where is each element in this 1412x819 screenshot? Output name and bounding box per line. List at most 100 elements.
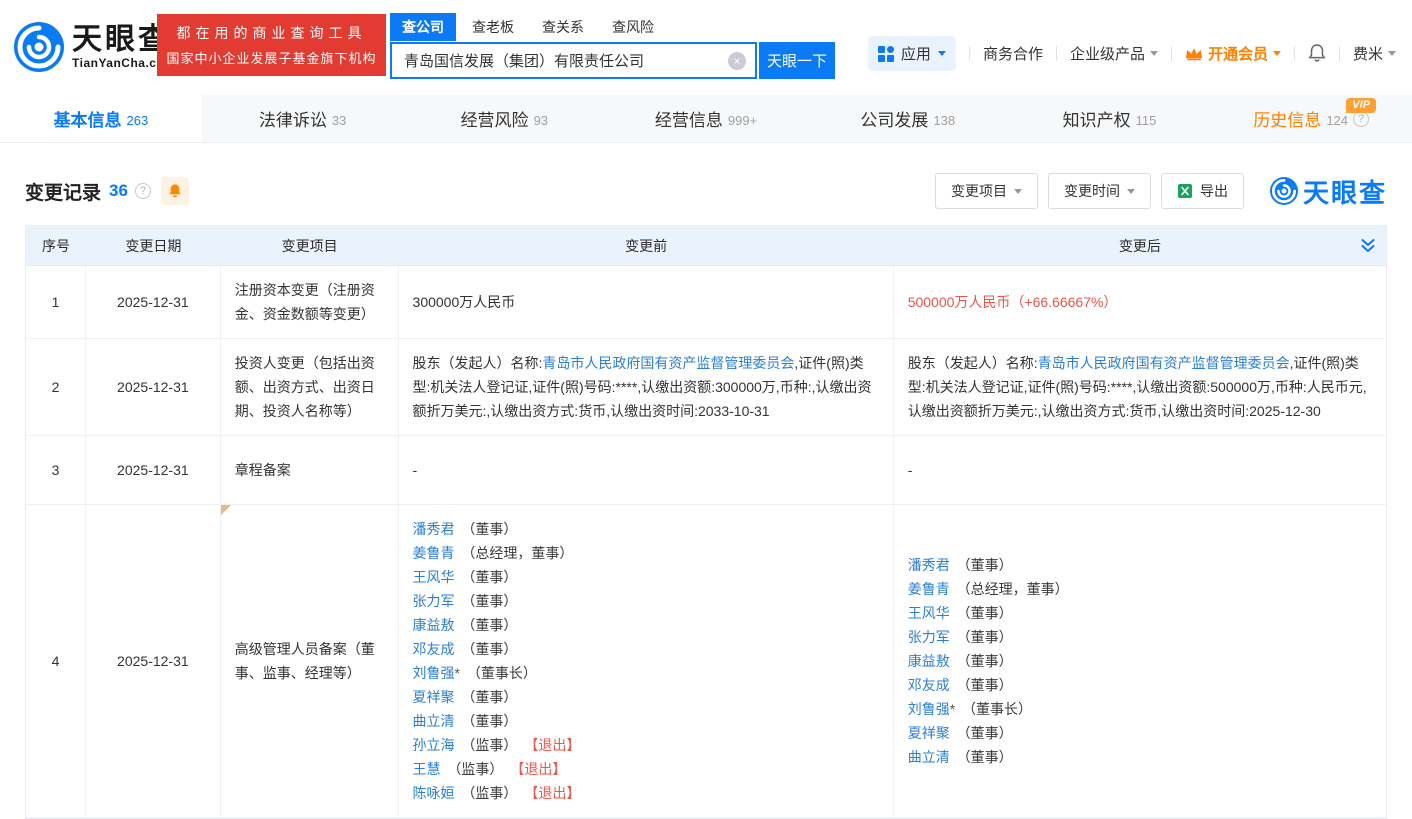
person-role: （董事）: [953, 629, 1013, 645]
person-role: （董事）: [458, 569, 518, 585]
person-role: （总经理，董事）: [953, 581, 1069, 597]
company-link[interactable]: 青岛市人民政府国有资产监督管理委员会: [1038, 355, 1290, 371]
search-button[interactable]: 天眼一下: [759, 42, 835, 79]
table-row: 42025-12-31高级管理人员备案（董事、监事、经理等）潘秀君 （董事）姜鲁…: [26, 505, 1386, 818]
cell-after: 潘秀君 （董事）姜鲁青 （总经理，董事）王风华 （董事）张力军 （董事）康益敖 …: [894, 505, 1386, 818]
enterprise-products-menu[interactable]: 企业级产品: [1070, 43, 1158, 64]
filter-change-item-label: 变更项目: [951, 181, 1007, 201]
person-role: （董事）: [458, 713, 518, 729]
page-tab-3[interactable]: 经营信息999+: [605, 95, 807, 142]
table-row: 32025-12-31章程备案--: [26, 436, 1386, 505]
search-area: 查公司查老板查关系查风险 × 天眼一下: [390, 13, 835, 79]
tianyancha-logo[interactable]: 天眼查 TianYanCha.com: [14, 22, 175, 72]
person-suffix: *: [950, 701, 955, 717]
business-cooperation-link[interactable]: 商务合作: [983, 43, 1043, 64]
person-link[interactable]: 康益敖: [413, 617, 455, 633]
person-line: 康益敖 （董事）: [413, 613, 879, 637]
open-vip-menu[interactable]: 开通会员: [1185, 43, 1281, 64]
page-tab-2[interactable]: 经营风险93: [403, 95, 605, 142]
search-input[interactable]: [390, 42, 757, 79]
cell-date: 2025-12-31: [86, 436, 221, 505]
company-link[interactable]: 青岛市人民政府国有资产监督管理委员会: [542, 355, 794, 371]
person-line: 王风华 （董事）: [908, 601, 1372, 625]
person-link[interactable]: 陈咏姮: [413, 785, 455, 801]
person-link[interactable]: 姜鲁青: [908, 581, 950, 597]
subscribe-bell-button[interactable]: [161, 177, 189, 205]
change-item-text: 高级管理人员备案（董事、监事、经理等）: [235, 641, 375, 681]
change-item-text: 投资人变更（包括出资额、出资方式、出资日期、投资人名称等）: [235, 355, 375, 419]
person-link[interactable]: 张力军: [413, 593, 455, 609]
filter-change-item-button[interactable]: 变更项目: [935, 173, 1038, 209]
search-tab-3[interactable]: 查风险: [600, 13, 666, 41]
page-tab-count: 115: [1136, 113, 1157, 128]
page-tab-1[interactable]: 法律诉讼33: [202, 95, 404, 142]
person-link[interactable]: 王慧: [413, 761, 441, 777]
cell-change-item: 注册资本变更（注册资金、资金数额等变更）: [221, 266, 399, 339]
page-tab-0[interactable]: 基本信息263: [0, 95, 202, 142]
filter-change-time-label: 变更时间: [1064, 181, 1120, 201]
person-link[interactable]: 潘秀君: [908, 557, 950, 573]
person-link[interactable]: 夏祥聚: [413, 689, 455, 705]
person-line: 潘秀君 （董事）: [413, 517, 879, 541]
notifications-button[interactable]: [1308, 44, 1326, 63]
slogan-line1: 都在用的商业查询工具: [177, 23, 367, 43]
chevron-down-icon: [938, 51, 946, 60]
apps-menu[interactable]: 应用: [868, 36, 956, 71]
person-link[interactable]: 王风华: [908, 605, 950, 621]
cell-date: 2025-12-31: [86, 266, 221, 339]
person-line: 刘鲁强* （董事长）: [413, 661, 879, 685]
search-tab-2[interactable]: 查关系: [530, 13, 596, 41]
person-line: 王风华 （董事）: [413, 565, 879, 589]
person-role: （董事）: [953, 725, 1013, 741]
person-link[interactable]: 刘鲁强: [908, 701, 950, 717]
person-link[interactable]: 孙立海: [413, 737, 455, 753]
person-link[interactable]: 张力军: [908, 629, 950, 645]
person-link[interactable]: 邓友成: [908, 677, 950, 693]
search-tab-1[interactable]: 查老板: [460, 13, 526, 41]
search-tab-0[interactable]: 查公司: [390, 13, 456, 41]
page-tab-label: 经营风险: [461, 106, 529, 131]
person-link[interactable]: 邓友成: [413, 641, 455, 657]
help-icon[interactable]: ?: [135, 183, 151, 199]
person-role: （董事）: [953, 677, 1013, 693]
export-label: 导出: [1200, 181, 1228, 201]
filter-change-time-button[interactable]: 变更时间: [1048, 173, 1151, 209]
person-link[interactable]: 康益敖: [908, 653, 950, 669]
person-line: 邓友成 （董事）: [908, 673, 1372, 697]
person-line: 姜鲁青 （总经理，董事）: [908, 577, 1372, 601]
person-link[interactable]: 潘秀君: [413, 521, 455, 537]
page-tab-6[interactable]: 历史信息124?VIP: [1210, 95, 1412, 142]
page-tab-5[interactable]: 知识产权115: [1009, 95, 1211, 142]
cell-before: 股东（发起人）名称:青岛市人民政府国有资产监督管理委员会,证件(照)类型:机关法…: [399, 339, 894, 436]
col-header-date: 变更日期: [86, 226, 221, 266]
cell-text: 300000万人民币: [413, 294, 516, 310]
header-nav: 应用 商务合作 企业级产品 开通会员: [868, 36, 1396, 71]
person-role: （董事）: [458, 617, 518, 633]
page-tab-label: 历史信息: [1253, 106, 1321, 131]
expand-all-icon[interactable]: [1360, 238, 1376, 254]
person-line: 孙立海 （监事）【退出】: [413, 733, 879, 757]
user-menu[interactable]: 费米: [1353, 43, 1396, 64]
person-line: 邓友成 （董事）: [413, 637, 879, 661]
person-link[interactable]: 曲立清: [908, 749, 950, 765]
section-actions: 变更项目 变更时间 导出 天: [935, 173, 1387, 210]
cell-after: 股东（发起人）名称:青岛市人民政府国有资产监督管理委员会,证件(照)类型:机关法…: [894, 339, 1386, 436]
divider: [969, 46, 970, 61]
divider: [1294, 46, 1295, 61]
person-link[interactable]: 王风华: [413, 569, 455, 585]
person-link[interactable]: 姜鲁青: [413, 545, 455, 561]
cell-no: 3: [26, 436, 86, 505]
corner-marker-icon: [221, 505, 231, 515]
exit-badge: 【退出】: [531, 737, 580, 753]
page-tab-4[interactable]: 公司发展138: [807, 95, 1009, 142]
person-line: 王慧 （监事）【退出】: [413, 757, 879, 781]
person-role: （董事）: [458, 521, 518, 537]
person-link[interactable]: 曲立清: [413, 713, 455, 729]
export-button[interactable]: 导出: [1161, 173, 1244, 209]
person-role: （董事）: [458, 641, 518, 657]
person-link[interactable]: 刘鲁强: [413, 665, 455, 681]
clear-search-icon[interactable]: ×: [728, 52, 746, 70]
chevron-down-icon: [1388, 51, 1396, 60]
person-role: （董事长）: [463, 665, 537, 681]
person-link[interactable]: 夏祥聚: [908, 725, 950, 741]
